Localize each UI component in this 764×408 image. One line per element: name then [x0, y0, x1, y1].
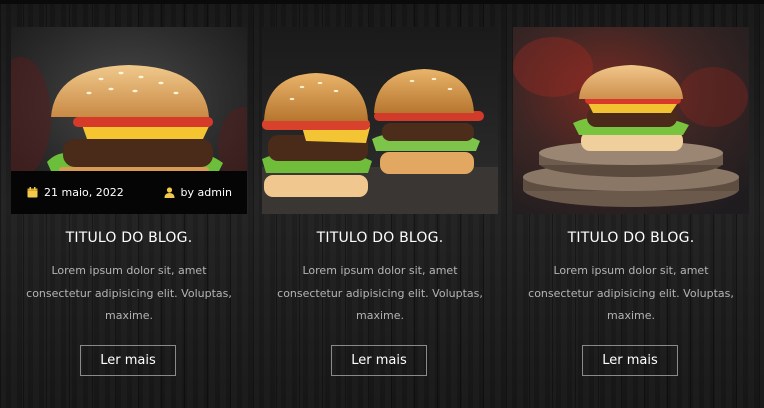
post-author: by admin: [164, 186, 232, 199]
post-excerpt: Lorem ipsum dolor sit, amet consectetur …: [528, 264, 734, 322]
two-burgers-photo: [262, 27, 498, 214]
blog-card-2-image[interactable]: [262, 27, 498, 214]
post-title[interactable]: TITULO DO BLOG.: [513, 230, 749, 246]
post-title[interactable]: TITULO DO BLOG.: [11, 230, 247, 246]
top-edge: [0, 0, 764, 4]
post-meta-bar: 21 maio, 2022 by admin: [11, 171, 247, 214]
blog-card-1: 21 maio, 2022 by admin TITULO DO BLOG. L…: [11, 27, 247, 379]
post-title[interactable]: TITULO DO BLOG.: [262, 230, 498, 246]
burger-on-wood-photo: [513, 27, 749, 214]
post-date: 21 maio, 2022: [27, 186, 124, 199]
read-more-button[interactable]: Ler mais: [331, 345, 427, 376]
post-author-text: by admin: [180, 186, 232, 199]
blog-card-2: TITULO DO BLOG. Lorem ipsum dolor sit, a…: [262, 27, 498, 379]
user-icon: [164, 187, 175, 198]
calendar-icon: [27, 187, 38, 198]
post-excerpt: Lorem ipsum dolor sit, amet consectetur …: [277, 264, 483, 322]
blog-card-3-image[interactable]: [513, 27, 749, 214]
post-date-text: 21 maio, 2022: [44, 186, 124, 199]
read-more-button[interactable]: Ler mais: [80, 345, 176, 376]
blog-card-1-image[interactable]: 21 maio, 2022 by admin: [11, 27, 247, 214]
blog-card-3: TITULO DO BLOG. Lorem ipsum dolor sit, a…: [513, 27, 749, 379]
read-more-button[interactable]: Ler mais: [582, 345, 678, 376]
post-excerpt: Lorem ipsum dolor sit, amet consectetur …: [26, 264, 232, 322]
